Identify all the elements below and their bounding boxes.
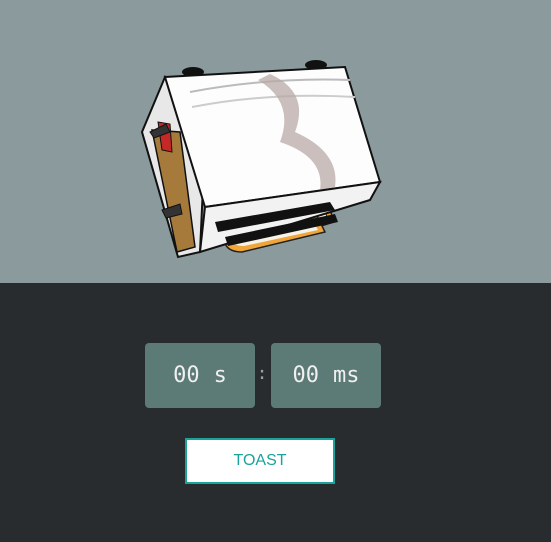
time-separator: :	[256, 363, 268, 384]
seconds-display: 00 s	[145, 343, 255, 408]
toaster-icon	[140, 60, 382, 259]
control-panel	[0, 283, 551, 542]
milliseconds-display: 00 ms	[271, 343, 381, 408]
seconds-unit: s	[213, 363, 227, 388]
toast-button[interactable]: TOAST	[185, 438, 335, 484]
ms-value: 00	[292, 363, 320, 388]
illustration-panel	[0, 0, 551, 283]
seconds-value: 00	[173, 363, 200, 388]
ms-unit: ms	[333, 363, 360, 388]
